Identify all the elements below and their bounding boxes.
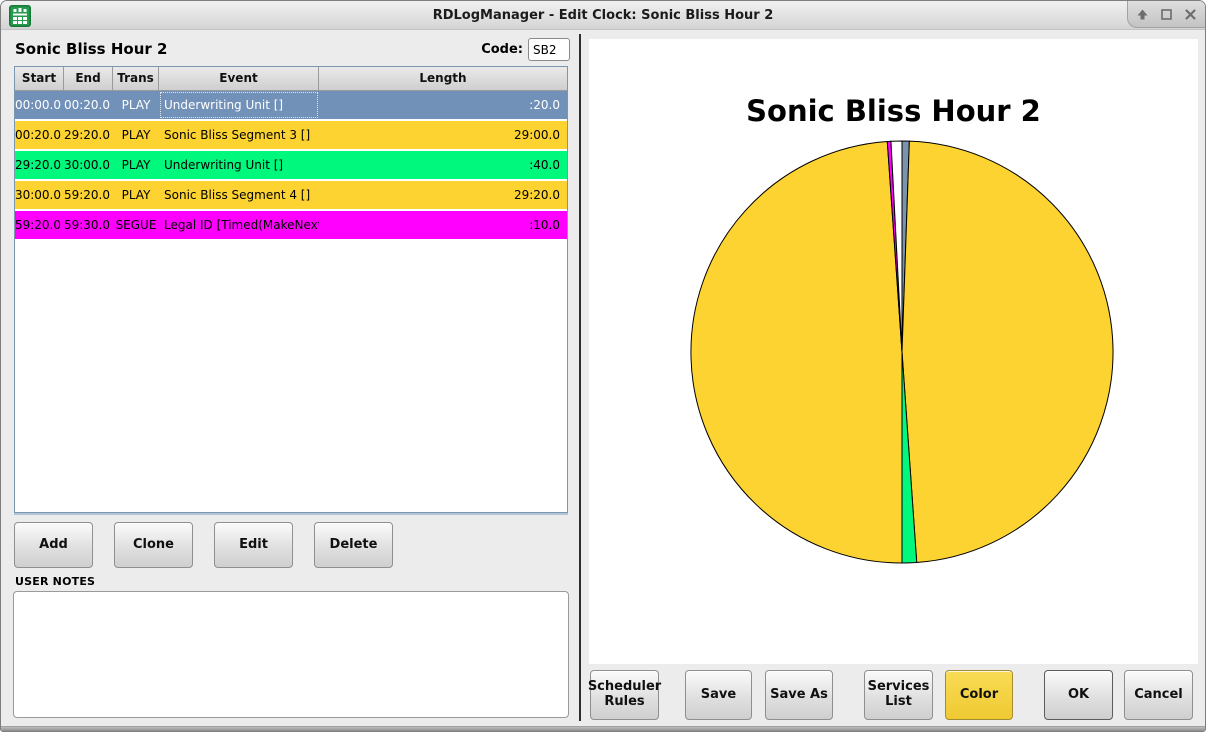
cell-start: 30:00.0 [15, 181, 64, 209]
cell-length: :40.0 [319, 151, 567, 179]
cell-trans: PLAY [113, 121, 159, 149]
panel-divider [579, 34, 581, 721]
table-row[interactable]: 00:00.0 00:20.0 PLAY Underwriting Unit [… [15, 91, 567, 119]
cell-length: 29:20.0 [319, 181, 567, 209]
user-notes-label: USER NOTES [15, 575, 95, 588]
scheduler-rules-button[interactable]: Scheduler Rules [590, 670, 659, 720]
clock-events-table: Start End Trans Event Length 00:00.0 00:… [14, 66, 568, 513]
clock-table-body: 00:00.0 00:20.0 PLAY Underwriting Unit [… [15, 91, 567, 512]
app-window: RDLogManager - Edit Clock: Sonic Bliss H… [0, 0, 1206, 732]
add-button[interactable]: Add [14, 522, 93, 568]
column-header-end: End [64, 67, 113, 90]
color-button[interactable]: Color [945, 670, 1013, 720]
cell-start: 29:20.0 [15, 151, 64, 179]
save-button[interactable]: Save [685, 670, 752, 720]
cell-start: 59:20.0 [15, 211, 64, 239]
clone-button[interactable]: Clone [114, 522, 193, 568]
window-title: RDLogManager - Edit Clock: Sonic Bliss H… [1, 1, 1205, 30]
clock-pie [589, 39, 1198, 664]
cell-end: 59:30.0 [64, 211, 113, 239]
table-row[interactable]: 29:20.0 30:00.0 PLAY Underwriting Unit [… [15, 151, 567, 179]
cell-event: Underwriting Unit [] [159, 151, 319, 179]
window-bottom-border [1, 726, 1205, 731]
save-as-button[interactable]: Save As [765, 670, 833, 720]
cancel-button[interactable]: Cancel [1124, 670, 1193, 720]
cell-event: Underwriting Unit [] [159, 91, 319, 119]
table-row[interactable]: 59:20.0 59:30.0 SEGUE Legal ID [Timed(Ma… [15, 211, 567, 239]
services-list-button[interactable]: Services List [864, 670, 933, 720]
cell-trans: PLAY [113, 181, 159, 209]
column-header-length: Length [319, 67, 567, 90]
column-header-trans: Trans [113, 67, 159, 90]
table-row[interactable]: 00:20.0 29:20.0 PLAY Sonic Bliss Segment… [15, 121, 567, 149]
code-input[interactable] [528, 38, 570, 61]
maximize-icon [1160, 8, 1173, 21]
delete-button[interactable]: Delete [314, 522, 393, 568]
pie-slice [691, 142, 902, 563]
close-icon [1184, 8, 1197, 21]
clock-name-heading: Sonic Bliss Hour 2 [15, 40, 167, 58]
cell-end: 59:20.0 [64, 181, 113, 209]
cell-trans: PLAY [113, 151, 159, 179]
cell-end: 30:00.0 [64, 151, 113, 179]
cell-length: :20.0 [319, 91, 567, 119]
column-header-event: Event [159, 67, 319, 90]
cell-end: 29:20.0 [64, 121, 113, 149]
cell-event: Legal ID [Timed(MakeNext)] [159, 211, 319, 239]
code-label: Code: [453, 42, 523, 57]
cell-length: 29:00.0 [319, 121, 567, 149]
user-notes-textarea[interactable] [13, 591, 569, 718]
cell-trans: SEGUE [113, 211, 159, 239]
cell-start: 00:00.0 [15, 91, 64, 119]
edit-button[interactable]: Edit [214, 522, 293, 568]
table-row[interactable]: 30:00.0 59:20.0 PLAY Sonic Bliss Segment… [15, 181, 567, 209]
up-arrow-icon [1136, 8, 1149, 21]
close-button[interactable] [1183, 6, 1199, 22]
cell-event: Sonic Bliss Segment 4 [] [159, 181, 319, 209]
cell-trans: PLAY [113, 91, 159, 119]
clock-chart-panel: Sonic Bliss Hour 2 [589, 39, 1198, 664]
ok-button[interactable]: OK [1044, 670, 1113, 720]
cell-length: :10.0 [319, 211, 567, 239]
rollup-button[interactable] [1135, 6, 1151, 22]
window-titlebar: RDLogManager - Edit Clock: Sonic Bliss H… [1, 1, 1205, 30]
maximize-button[interactable] [1159, 6, 1175, 22]
window-controls [1127, 1, 1205, 28]
cell-start: 00:20.0 [15, 121, 64, 149]
table-header: Start End Trans Event Length [15, 67, 567, 91]
column-header-start: Start [15, 67, 64, 90]
cell-end: 00:20.0 [64, 91, 113, 119]
pie-slice [902, 141, 1113, 562]
cell-event: Sonic Bliss Segment 3 [] [159, 121, 319, 149]
